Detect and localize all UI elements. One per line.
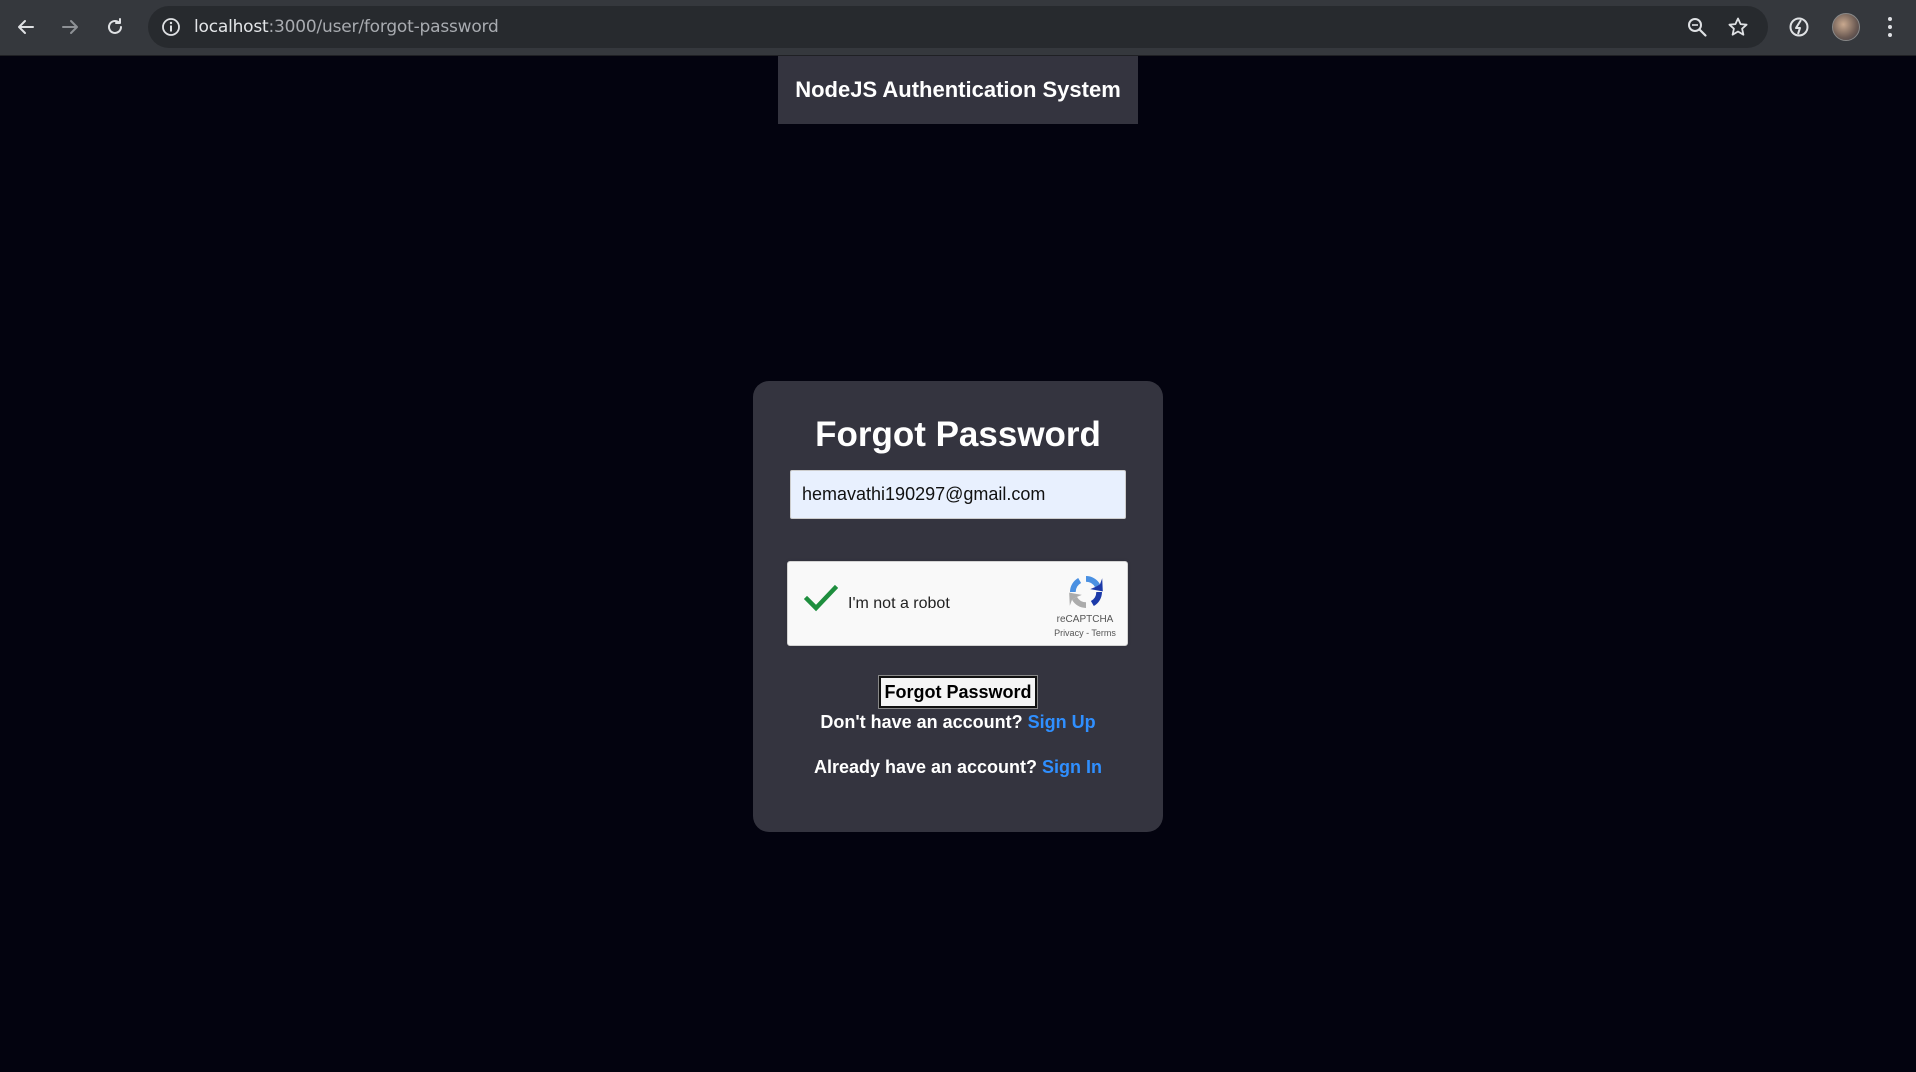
email-field[interactable] [790, 470, 1126, 519]
url-host: localhost [194, 17, 269, 37]
reload-icon [108, 18, 122, 34]
signin-prompt: Already have an account? [813, 757, 1038, 777]
extension-icon[interactable] [1786, 14, 1812, 40]
forgot-password-card: Forgot Password I'm not a robot reCAPTCH… [753, 381, 1163, 832]
recaptcha-label: I'm not a robot [848, 595, 950, 612]
app-header: NodeJS Authentication System [778, 56, 1138, 124]
kebab-menu-icon[interactable] [1880, 14, 1900, 40]
checkmark-icon[interactable] [804, 584, 838, 614]
url-path: :3000/user/forgot-password [268, 17, 499, 37]
recaptcha-brand: reCAPTCHA [1056, 614, 1114, 625]
signin-link[interactable]: Sign In [1042, 757, 1102, 777]
address-bar[interactable]: localhost:3000/user/forgot-password [148, 6, 1768, 48]
terms-link[interactable]: Terms [1091, 628, 1116, 638]
page-title: Forgot Password [815, 415, 1101, 454]
avatar[interactable] [1832, 13, 1860, 41]
back-button[interactable] [11, 12, 41, 42]
recaptcha-widget[interactable]: I'm not a robot reCAPTCHA Privacy - Term… [787, 561, 1128, 646]
recaptcha-logo-icon [1069, 576, 1103, 608]
arrow-right-icon [62, 20, 78, 34]
signin-line: Already have an account? Sign In [753, 757, 1163, 778]
app-title: NodeJS Authentication System [795, 77, 1121, 102]
browser-toolbar: localhost:3000/user/forgot-password [0, 0, 1916, 56]
forward-button[interactable] [55, 12, 85, 42]
signup-link[interactable]: Sign Up [1028, 712, 1096, 732]
url-text[interactable]: localhost:3000/user/forgot-password [194, 6, 499, 48]
privacy-link[interactable]: Privacy [1054, 628, 1084, 638]
info-icon[interactable] [160, 16, 182, 38]
signup-prompt: Don't have an account? [820, 712, 1023, 732]
star-icon[interactable] [1727, 16, 1749, 38]
zoom-icon[interactable] [1686, 16, 1708, 38]
signup-line: Don't have an account? Sign Up [753, 712, 1163, 733]
reload-button[interactable] [100, 12, 130, 42]
recaptcha-links: Privacy - Terms [1043, 628, 1127, 638]
forgot-password-button[interactable]: Forgot Password [879, 676, 1037, 708]
arrow-left-icon [18, 20, 34, 34]
